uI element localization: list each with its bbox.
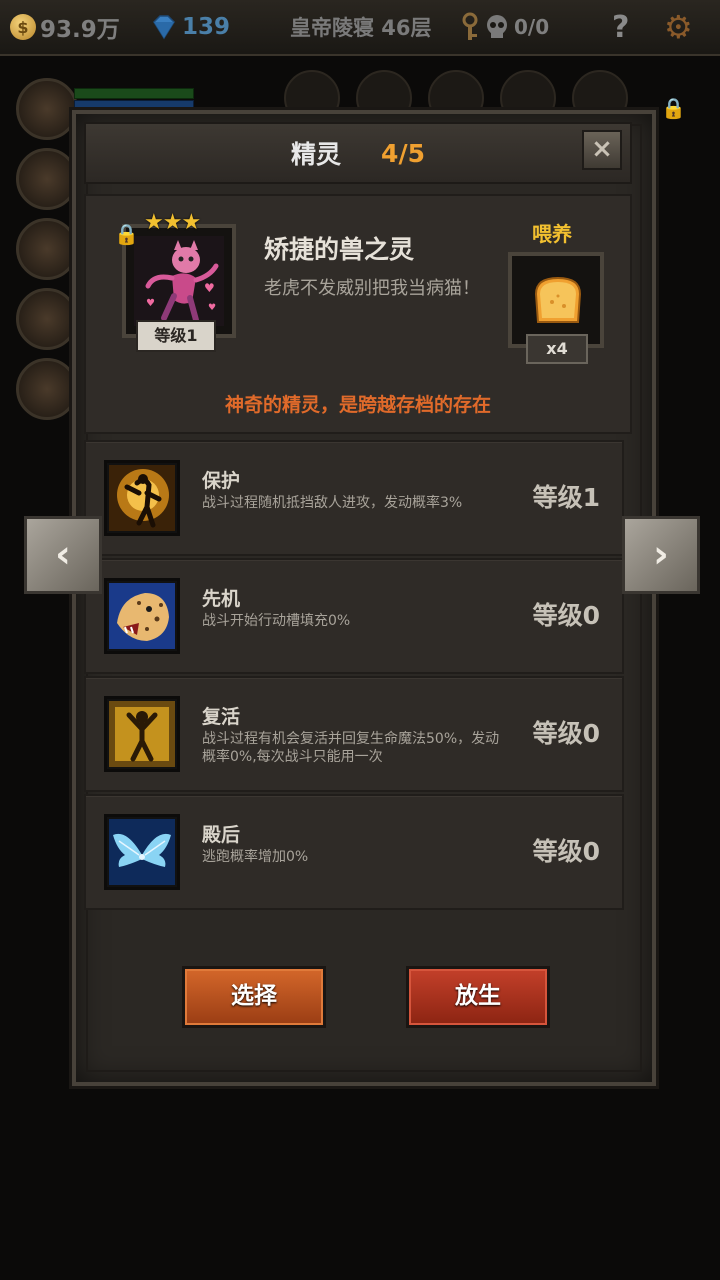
close-button[interactable]: × xyxy=(582,130,622,170)
skill-row[interactable]: 殿后 逃跑概率增加0% 等级0 xyxy=(84,794,624,910)
skill-description: 战斗开始行动槽填充0% xyxy=(202,613,351,629)
skill-description: 逃跑概率增加0% xyxy=(202,849,309,865)
gold-amount: 93.9万 xyxy=(40,17,120,43)
panel-title: 精灵 xyxy=(291,140,342,169)
lock-icon[interactable]: 🔒 xyxy=(114,222,139,246)
skill-level: 等级0 xyxy=(532,601,600,630)
gold-coin-icon: $ xyxy=(10,14,36,40)
lock-icon: 🔒 xyxy=(661,96,686,120)
skill-row[interactable]: 保护 战斗过程随机抵挡敌人进攻，发动概率3% 等级1 xyxy=(84,440,624,556)
hero-portrait xyxy=(16,78,78,140)
skill-description: 战斗过程随机抵挡敌人进攻，发动概率3% xyxy=(202,495,463,511)
skill-description: 战斗过程有机会复活并回复生命魔法50%，发动概率0%,每次战斗只能用一次 xyxy=(202,731,500,765)
spirit-name: 矫捷的兽之灵 xyxy=(264,235,415,264)
skill-row[interactable]: 先机 战斗开始行动槽填充0% 等级0 xyxy=(84,558,624,674)
skill-name: 殿后 xyxy=(202,824,241,846)
spirit-panel: 精灵 4/5 × ♥ ♥ ♥ ★★★ 🔒 等级1 矫捷的兽之灵 老虎不发威别把我… xyxy=(72,110,656,1086)
spirit-level-tag: 等级1 xyxy=(136,320,216,352)
skill-level: 等级1 xyxy=(532,483,600,512)
gem-counter: 139 xyxy=(150,10,230,44)
gold-counter: $ 93.9万 xyxy=(10,10,120,44)
skill-level: 等级0 xyxy=(532,719,600,748)
select-button[interactable]: 选择 xyxy=(182,966,326,1028)
skull-icon xyxy=(487,15,507,38)
next-spirit-button[interactable]: › xyxy=(622,516,700,594)
chevron-right-icon: › xyxy=(653,532,669,576)
mp-bar xyxy=(74,100,194,109)
floor-label: 皇帝陵寝 46层 xyxy=(290,16,432,40)
spirit-tagline: 神奇的精灵，是跨越存档的存在 xyxy=(224,394,491,416)
revive-figure-icon xyxy=(104,696,180,772)
feed-label: 喂养 xyxy=(532,222,572,246)
settings-button[interactable]: ⚙ xyxy=(664,8,693,46)
shield-dancer-icon xyxy=(104,460,180,536)
skill-row[interactable]: 复活 战斗过程有机会复活并回复生命魔法50%，发动概率0%,每次战斗只能用一次 … xyxy=(84,676,624,792)
skill-name: 复活 xyxy=(202,706,241,728)
spirit-info: ♥ ♥ ♥ ★★★ 🔒 等级1 矫捷的兽之灵 老虎不发威别把我当病猫！ 喂养 x… xyxy=(84,194,632,434)
floor-indicator: 皇帝陵寝 46层 xyxy=(290,10,432,44)
gear-icon: ⚙ xyxy=(664,8,693,46)
svg-text:♥: ♥ xyxy=(208,303,216,313)
skill-level: 等级0 xyxy=(532,837,600,866)
release-button[interactable]: 放生 xyxy=(406,966,550,1028)
key-icon xyxy=(462,12,478,40)
key-skull-counter: 0/0 xyxy=(460,10,549,44)
svg-text:♥: ♥ xyxy=(204,281,215,295)
help-button[interactable]: ? xyxy=(612,9,630,45)
feed-count: x4 xyxy=(526,334,588,364)
hero-portrait xyxy=(16,148,78,210)
hp-bar xyxy=(74,88,194,99)
svg-text:♥: ♥ xyxy=(146,298,155,309)
hero-portrait xyxy=(16,358,78,420)
spirit-count: 4/5 xyxy=(381,138,425,168)
previous-spirit-button[interactable]: ‹ xyxy=(24,516,102,594)
key-skull-count: 0/0 xyxy=(514,15,550,39)
skill-name: 先机 xyxy=(202,588,241,610)
bread-icon xyxy=(534,276,582,323)
gem-amount: 139 xyxy=(182,14,231,40)
chevron-left-icon: ‹ xyxy=(55,532,71,576)
hero-portrait xyxy=(16,288,78,350)
panel-header: 精灵 4/5 × xyxy=(84,122,632,184)
top-status-bar: $ 93.9万 139 皇帝陵寝 46层 0/0 ? ⚙ xyxy=(0,0,720,56)
leopard-icon xyxy=(104,578,180,654)
skill-name: 保护 xyxy=(202,470,241,492)
wings-icon xyxy=(104,814,180,890)
spirit-description: 老虎不发威别把我当病猫！ xyxy=(264,278,480,299)
question-icon: ? xyxy=(612,9,630,45)
star-rating: ★★★ xyxy=(144,210,201,235)
spirit-avatar-icon: ♥ ♥ ♥ xyxy=(134,236,224,326)
hero-portrait xyxy=(16,218,78,280)
diamond-icon xyxy=(153,15,175,40)
